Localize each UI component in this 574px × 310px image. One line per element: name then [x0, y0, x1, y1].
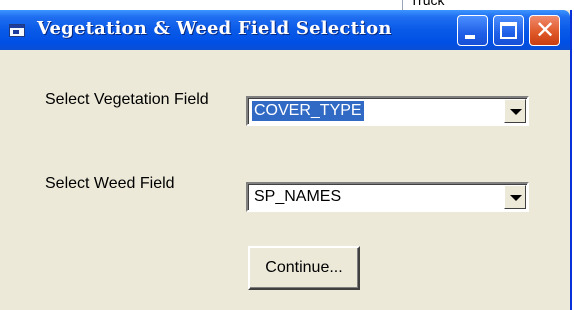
weed-field-label: Select Weed Field	[45, 175, 175, 192]
continue-button[interactable]: Continue...	[248, 246, 360, 290]
minimize-button[interactable]	[457, 15, 488, 46]
window-app-icon[interactable]	[9, 24, 25, 37]
close-button[interactable]: ✕	[529, 15, 560, 46]
chevron-down-icon[interactable]	[504, 99, 526, 123]
background-app	[0, 0, 574, 10]
vegetation-field-select[interactable]: COVER_TYPE	[246, 96, 529, 126]
minimize-icon	[465, 35, 475, 39]
background-text: Truck	[410, 0, 445, 8]
weed-field-select[interactable]: SP_NAMES	[246, 182, 529, 212]
chevron-down-icon[interactable]	[504, 185, 526, 209]
weed-field-value[interactable]: SP_NAMES	[252, 187, 343, 207]
maximize-icon	[500, 22, 517, 39]
window-title: Vegetation & Weed Field Selection	[37, 18, 392, 39]
title-bar[interactable]: Vegetation & Weed Field Selection ✕	[0, 10, 570, 50]
maximize-button[interactable]	[493, 15, 524, 46]
vegetation-field-value[interactable]: COVER_TYPE	[252, 101, 364, 121]
dialog-window: Vegetation & Weed Field Selection ✕ Sele…	[0, 10, 572, 310]
close-icon: ✕	[534, 16, 556, 44]
vegetation-field-label: Select Vegetation Field	[45, 91, 209, 108]
background-window-edge	[402, 0, 403, 10]
